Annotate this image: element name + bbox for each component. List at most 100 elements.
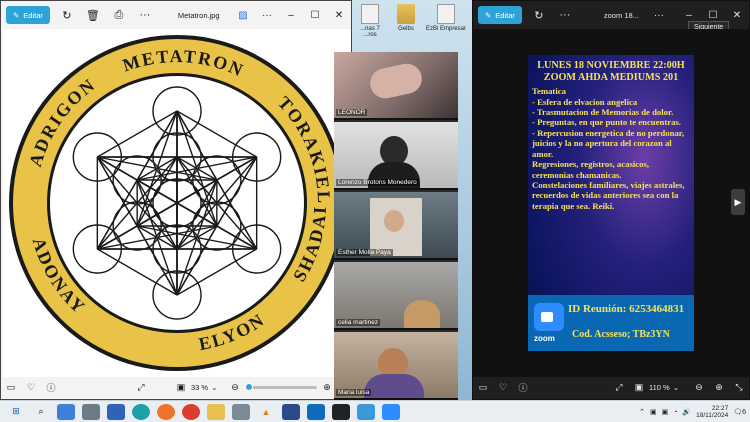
window-title: zoom 18... xyxy=(603,10,639,20)
app-icon[interactable] xyxy=(232,403,250,420)
poster-line: Constelaciones familiares, viajes astral… xyxy=(532,180,685,211)
more-icon[interactable]: ··· xyxy=(255,6,279,24)
next-image-button[interactable]: ▶ xyxy=(731,189,745,215)
zoom-level-dropdown[interactable]: 110 % ⌄ xyxy=(649,383,689,392)
file-explorer-icon[interactable] xyxy=(207,403,225,420)
access-code: Cod. Acsseso; TBz3YN xyxy=(572,329,670,340)
participant-tile[interactable]: celia martinez xyxy=(334,262,458,330)
search-icon[interactable]: ⌕ xyxy=(32,404,50,420)
image-canvas: ADRIGON METATRON TORAKIEL ADONAY ELYON S… xyxy=(3,29,351,377)
title-bar: ✎ Editar ↻ 🗑 ⎙ ··· Metatron.jpg ▨ ··· – … xyxy=(1,1,351,29)
actual-size-icon[interactable]: ▣ xyxy=(171,382,191,393)
more-options-icon[interactable]: ··· xyxy=(136,6,154,24)
tray-app-icon[interactable]: ▣ xyxy=(662,408,669,416)
image-canvas: LUNES 18 NOVIEMBRE 22:00H ZOOM AHDA MEDI… xyxy=(473,29,750,377)
zoom-out-icon[interactable]: ⊖ xyxy=(225,382,245,393)
chrome-icon[interactable] xyxy=(182,403,200,420)
chevron-down-icon: ⌄ xyxy=(211,382,218,392)
participant-name: Lorenzo Brotons Monedero xyxy=(336,179,419,186)
desktop-file-icon[interactable]: EzBi Empresar xyxy=(426,4,466,32)
windows-start-icon[interactable]: ⊞ xyxy=(7,404,25,420)
photos-window-zoom-poster: ✎ Editar ↻ ··· zoom 18... ··· – ☐ ✕ Sigu… xyxy=(472,0,750,400)
filmstrip-icon[interactable]: ▭ xyxy=(473,382,493,393)
poster-title: LUNES 18 NOVIEMBRE 22:00H ZOOM AHDA MEDI… xyxy=(537,60,685,84)
favorite-heart-icon[interactable]: ♡ xyxy=(493,382,513,393)
chevron-up-icon[interactable]: ⌃ xyxy=(639,408,645,416)
poster-body: Tematica - Esfera de elvacion angelica -… xyxy=(528,84,694,211)
notification-badge[interactable]: 🗨6 xyxy=(733,408,746,416)
app-icon[interactable] xyxy=(107,403,125,420)
person-face xyxy=(404,300,440,328)
status-bar: ▭ ♡ ⓘ ⤢ ▣ 110 % ⌄ ⊖ ⊕ ⤡ xyxy=(473,375,749,399)
document-icon xyxy=(361,4,379,24)
edit-button[interactable]: ✎ Editar xyxy=(478,6,522,24)
zoom-event-poster: LUNES 18 NOVIEMBRE 22:00H ZOOM AHDA MEDI… xyxy=(528,55,694,351)
window-title: Metatron.jpg xyxy=(177,10,220,20)
photos-icon[interactable] xyxy=(357,403,375,420)
favorite-heart-icon[interactable]: ♡ xyxy=(21,382,41,393)
zoom-in-icon[interactable]: ⊕ xyxy=(709,382,729,393)
clock[interactable]: 22:27 18/11/2024 xyxy=(696,405,728,420)
rotate-icon[interactable]: ↻ xyxy=(58,6,76,24)
edge-browser-icon[interactable] xyxy=(132,403,150,420)
more-icon[interactable]: ··· xyxy=(647,6,671,24)
folder-icon xyxy=(397,4,415,24)
taskbar: ⊞ ⌕ ▲ ⌃ ▣ ▣ ◔ 🔊 22:27 18/11/2024 🗨6 xyxy=(0,400,750,422)
outlook-icon[interactable] xyxy=(307,403,325,420)
zoom-slider[interactable] xyxy=(244,382,317,391)
poster-line: Tematica xyxy=(532,86,566,97)
metatron-cube-image: ADRIGON METATRON TORAKIEL ADONAY ELYON S… xyxy=(9,35,345,371)
poster-line: Regresiones, registros, acasicos, ceremo… xyxy=(532,159,650,180)
app-icon[interactable] xyxy=(332,403,350,420)
info-icon[interactable]: ⓘ xyxy=(41,381,61,394)
photo-edit-icon[interactable]: ▨ xyxy=(231,6,255,24)
participant-tile[interactable]: Lorenzo Brotons Monedero xyxy=(334,122,458,190)
participant-name: Esther Molla Paya xyxy=(336,249,393,256)
zoom-out-icon[interactable]: ⊖ xyxy=(689,382,709,393)
desktop-folder-icon[interactable]: Gelbs xyxy=(386,4,426,32)
meeting-id: ID Reunión: 6253464831 xyxy=(568,303,685,315)
fullscreen-icon[interactable]: ⤡ xyxy=(729,382,749,393)
info-icon[interactable]: ⓘ xyxy=(513,381,533,394)
more-options-icon[interactable]: ··· xyxy=(556,6,574,24)
edit-button[interactable]: ✎ Editar xyxy=(6,6,50,24)
tray-app-icon[interactable]: ▣ xyxy=(650,408,657,416)
zoom-slider-thumb[interactable] xyxy=(244,382,253,391)
print-icon[interactable]: ⎙ xyxy=(110,6,128,24)
participant-name: LEONOR xyxy=(336,109,368,116)
volume-icon[interactable]: 🔊 xyxy=(682,408,691,416)
video-participants-strip: LEONOR Lorenzo Brotons Monedero Esther M… xyxy=(334,52,458,400)
actual-size-icon[interactable]: ▣ xyxy=(629,382,649,393)
filmstrip-icon[interactable]: ▭ xyxy=(1,382,21,393)
close-button[interactable]: ✕ xyxy=(327,6,351,24)
delete-icon[interactable]: 🗑 xyxy=(84,6,102,24)
zoom-wordmark: zoom xyxy=(534,334,555,343)
hand-image xyxy=(367,60,425,102)
participant-name: Maria luisa xyxy=(336,389,372,396)
network-icon[interactable]: ◔ xyxy=(673,409,677,416)
participant-tile[interactable]: Esther Molla Paya xyxy=(334,192,458,260)
fit-to-window-icon[interactable]: ⤢ xyxy=(609,382,629,393)
desktop-file-icon[interactable]: ...nas 7 ...ros xyxy=(350,4,390,38)
fit-to-window-icon[interactable]: ⤢ xyxy=(131,382,151,393)
person-shoulders xyxy=(364,374,424,398)
vlc-icon[interactable]: ▲ xyxy=(257,404,275,420)
chevron-right-icon: ▶ xyxy=(734,196,742,207)
participant-tile[interactable]: Maria luisa xyxy=(334,332,458,400)
rotate-icon[interactable]: ↻ xyxy=(530,6,548,24)
zoom-app-icon[interactable] xyxy=(382,403,400,420)
store-icon[interactable] xyxy=(57,403,75,420)
poster-line: - Esfera de elvacion angelica xyxy=(532,96,638,107)
minimize-button[interactable]: – xyxy=(279,6,303,24)
participant-tile[interactable]: LEONOR xyxy=(334,52,458,120)
document-icon xyxy=(437,4,455,24)
app-icon[interactable] xyxy=(282,403,300,420)
zoom-level-dropdown[interactable]: 33 % ⌄ xyxy=(191,383,225,392)
person-face xyxy=(384,210,404,232)
app-icon[interactable] xyxy=(82,403,100,420)
firefox-icon[interactable] xyxy=(157,403,175,420)
maximize-button[interactable]: ☐ xyxy=(303,6,327,24)
participant-name: celia martinez xyxy=(336,319,381,326)
poster-line: - Trasmutacion de Memorias de dolor. xyxy=(532,106,674,117)
poster-line: - Preguntas, en que punto te encuentras. xyxy=(532,117,681,128)
